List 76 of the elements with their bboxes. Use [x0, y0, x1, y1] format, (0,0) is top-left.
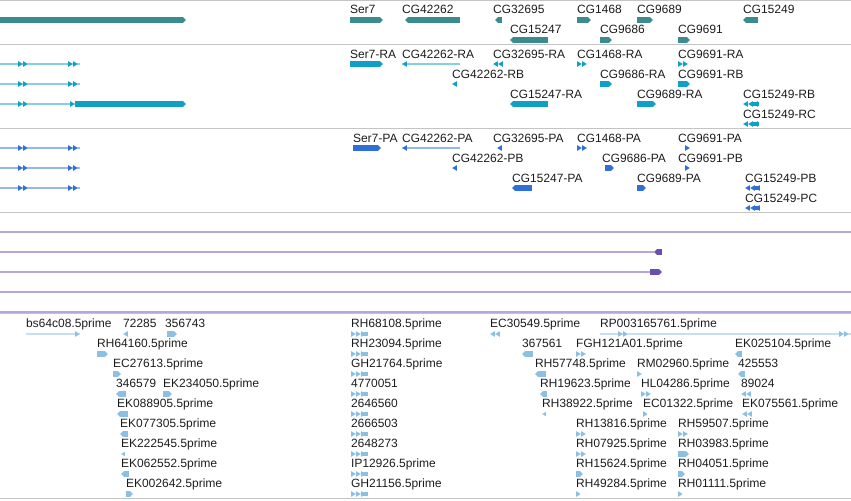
- feature-label[interactable]: EK025104.5prime: [735, 337, 832, 349]
- feature-label[interactable]: RH57748.5prime: [535, 357, 626, 369]
- feature-label[interactable]: CG15249: [743, 3, 794, 15]
- feature-label[interactable]: CG1468-RA: [577, 48, 642, 60]
- feature-label[interactable]: RH13816.5prime: [576, 417, 667, 429]
- feature-label[interactable]: CG42262: [402, 3, 454, 15]
- feature-label[interactable]: CG9689: [637, 3, 682, 15]
- feature-label[interactable]: CG32695: [493, 3, 544, 15]
- feature-label[interactable]: RP003165761.5prime: [600, 317, 717, 329]
- feature-label[interactable]: CG15249-PB: [745, 172, 816, 184]
- feature-label[interactable]: CG15249-PC: [745, 192, 818, 204]
- feature-label[interactable]: CG9691-RA: [678, 48, 744, 60]
- feature-label[interactable]: 2648273: [351, 437, 398, 449]
- feature-label[interactable]: 346579: [116, 377, 156, 389]
- feature-label[interactable]: RH19623.5prime: [540, 377, 631, 389]
- feature-label[interactable]: 72285: [123, 317, 156, 329]
- feature-label[interactable]: Ser7: [350, 3, 376, 15]
- feature-label[interactable]: RH03983.5prime: [678, 437, 769, 449]
- feature-label[interactable]: CG9689-PA: [637, 172, 701, 184]
- feature-label[interactable]: EC27613.5prime: [113, 357, 204, 369]
- feature-label[interactable]: CG32695-RA: [493, 48, 566, 60]
- feature-label[interactable]: CG9691-PB: [678, 152, 743, 164]
- feature-label[interactable]: CG32695-PA: [493, 132, 564, 144]
- feature-label[interactable]: Ser7-PA: [353, 132, 398, 144]
- feature-label[interactable]: CG42262-PB: [452, 152, 524, 164]
- feature-label[interactable]: CG15247-RA: [510, 88, 582, 100]
- feature-label[interactable]: GH21156.5prime: [351, 477, 442, 489]
- feature-label[interactable]: IP12926.5prime: [351, 457, 436, 469]
- feature-label[interactable]: CG1468-PA: [577, 132, 641, 144]
- feature-label[interactable]: EK062552.5prime: [121, 457, 218, 469]
- feature-label[interactable]: 2646560: [351, 397, 398, 409]
- feature-label[interactable]: bs64c08.5prime: [26, 317, 112, 329]
- feature-label[interactable]: EK234050.5prime: [163, 377, 260, 389]
- feature-label[interactable]: 356743: [165, 317, 206, 329]
- feature-label[interactable]: RH01111.5prime: [678, 477, 766, 489]
- feature-label[interactable]: RH49284.5prime: [576, 477, 667, 489]
- feature-label[interactable]: 89024: [741, 377, 774, 389]
- feature-label[interactable]: CG42262-RB: [452, 68, 524, 80]
- feature-label[interactable]: CG1468: [577, 3, 622, 15]
- feature-label[interactable]: CG9691-PA: [678, 132, 742, 144]
- feature-label[interactable]: 367561: [522, 337, 562, 349]
- feature-label[interactable]: CG9686: [600, 23, 645, 35]
- feature-label[interactable]: RM02960.5prime: [637, 357, 730, 369]
- feature-label[interactable]: CG15247: [510, 23, 562, 35]
- feature-label[interactable]: EK075561.5prime: [742, 397, 838, 409]
- feature-label[interactable]: 425553: [738, 357, 778, 369]
- feature-label[interactable]: EK088905.5prime: [117, 397, 214, 409]
- feature-label[interactable]: RH59507.5prime: [678, 417, 769, 429]
- feature-label[interactable]: CG9691-RB: [678, 68, 744, 80]
- feature-label[interactable]: EC30549.5prime: [490, 317, 580, 329]
- feature-label[interactable]: EK077305.5prime: [120, 417, 216, 429]
- feature-label[interactable]: CG9686-RA: [600, 68, 666, 80]
- feature-label[interactable]: RH23094.5prime: [351, 337, 442, 349]
- feature-label[interactable]: HL04286.5prime: [641, 377, 730, 389]
- feature-label[interactable]: CG9686-PA: [602, 152, 666, 164]
- feature-label[interactable]: CG15249-RB: [743, 88, 816, 100]
- feature-label[interactable]: FGH121A01.5prime: [576, 337, 683, 349]
- feature-label[interactable]: CG42262-RA: [402, 48, 474, 60]
- feature-label[interactable]: GH21764.5prime: [351, 357, 442, 369]
- feature-label[interactable]: CG42262-PA: [402, 132, 472, 144]
- feature-label[interactable]: CG15247-PA: [512, 172, 582, 184]
- feature-label[interactable]: RH68108.5prime: [351, 317, 442, 329]
- feature-label[interactable]: CG9691: [678, 23, 723, 35]
- feature-label[interactable]: RH04051.5prime: [678, 457, 769, 469]
- feature-label[interactable]: RH38922.5prime: [542, 397, 633, 409]
- feature-label[interactable]: EK002642.5prime: [126, 477, 222, 489]
- feature-label[interactable]: Ser7-RA: [350, 48, 396, 60]
- feature-label[interactable]: EK222545.5prime: [121, 437, 218, 449]
- feature-label[interactable]: 2666503: [351, 417, 398, 429]
- feature-label[interactable]: RH07925.5prime: [576, 437, 667, 449]
- feature-label[interactable]: CG9689-RA: [637, 88, 702, 100]
- feature-label[interactable]: EC01322.5prime: [643, 397, 734, 409]
- feature-label[interactable]: RH15624.5prime: [576, 457, 667, 469]
- feature-label[interactable]: RH64160.5prime: [97, 337, 188, 349]
- feature-label[interactable]: CG15249-RC: [743, 108, 816, 120]
- feature-label[interactable]: 4770051: [351, 377, 398, 389]
